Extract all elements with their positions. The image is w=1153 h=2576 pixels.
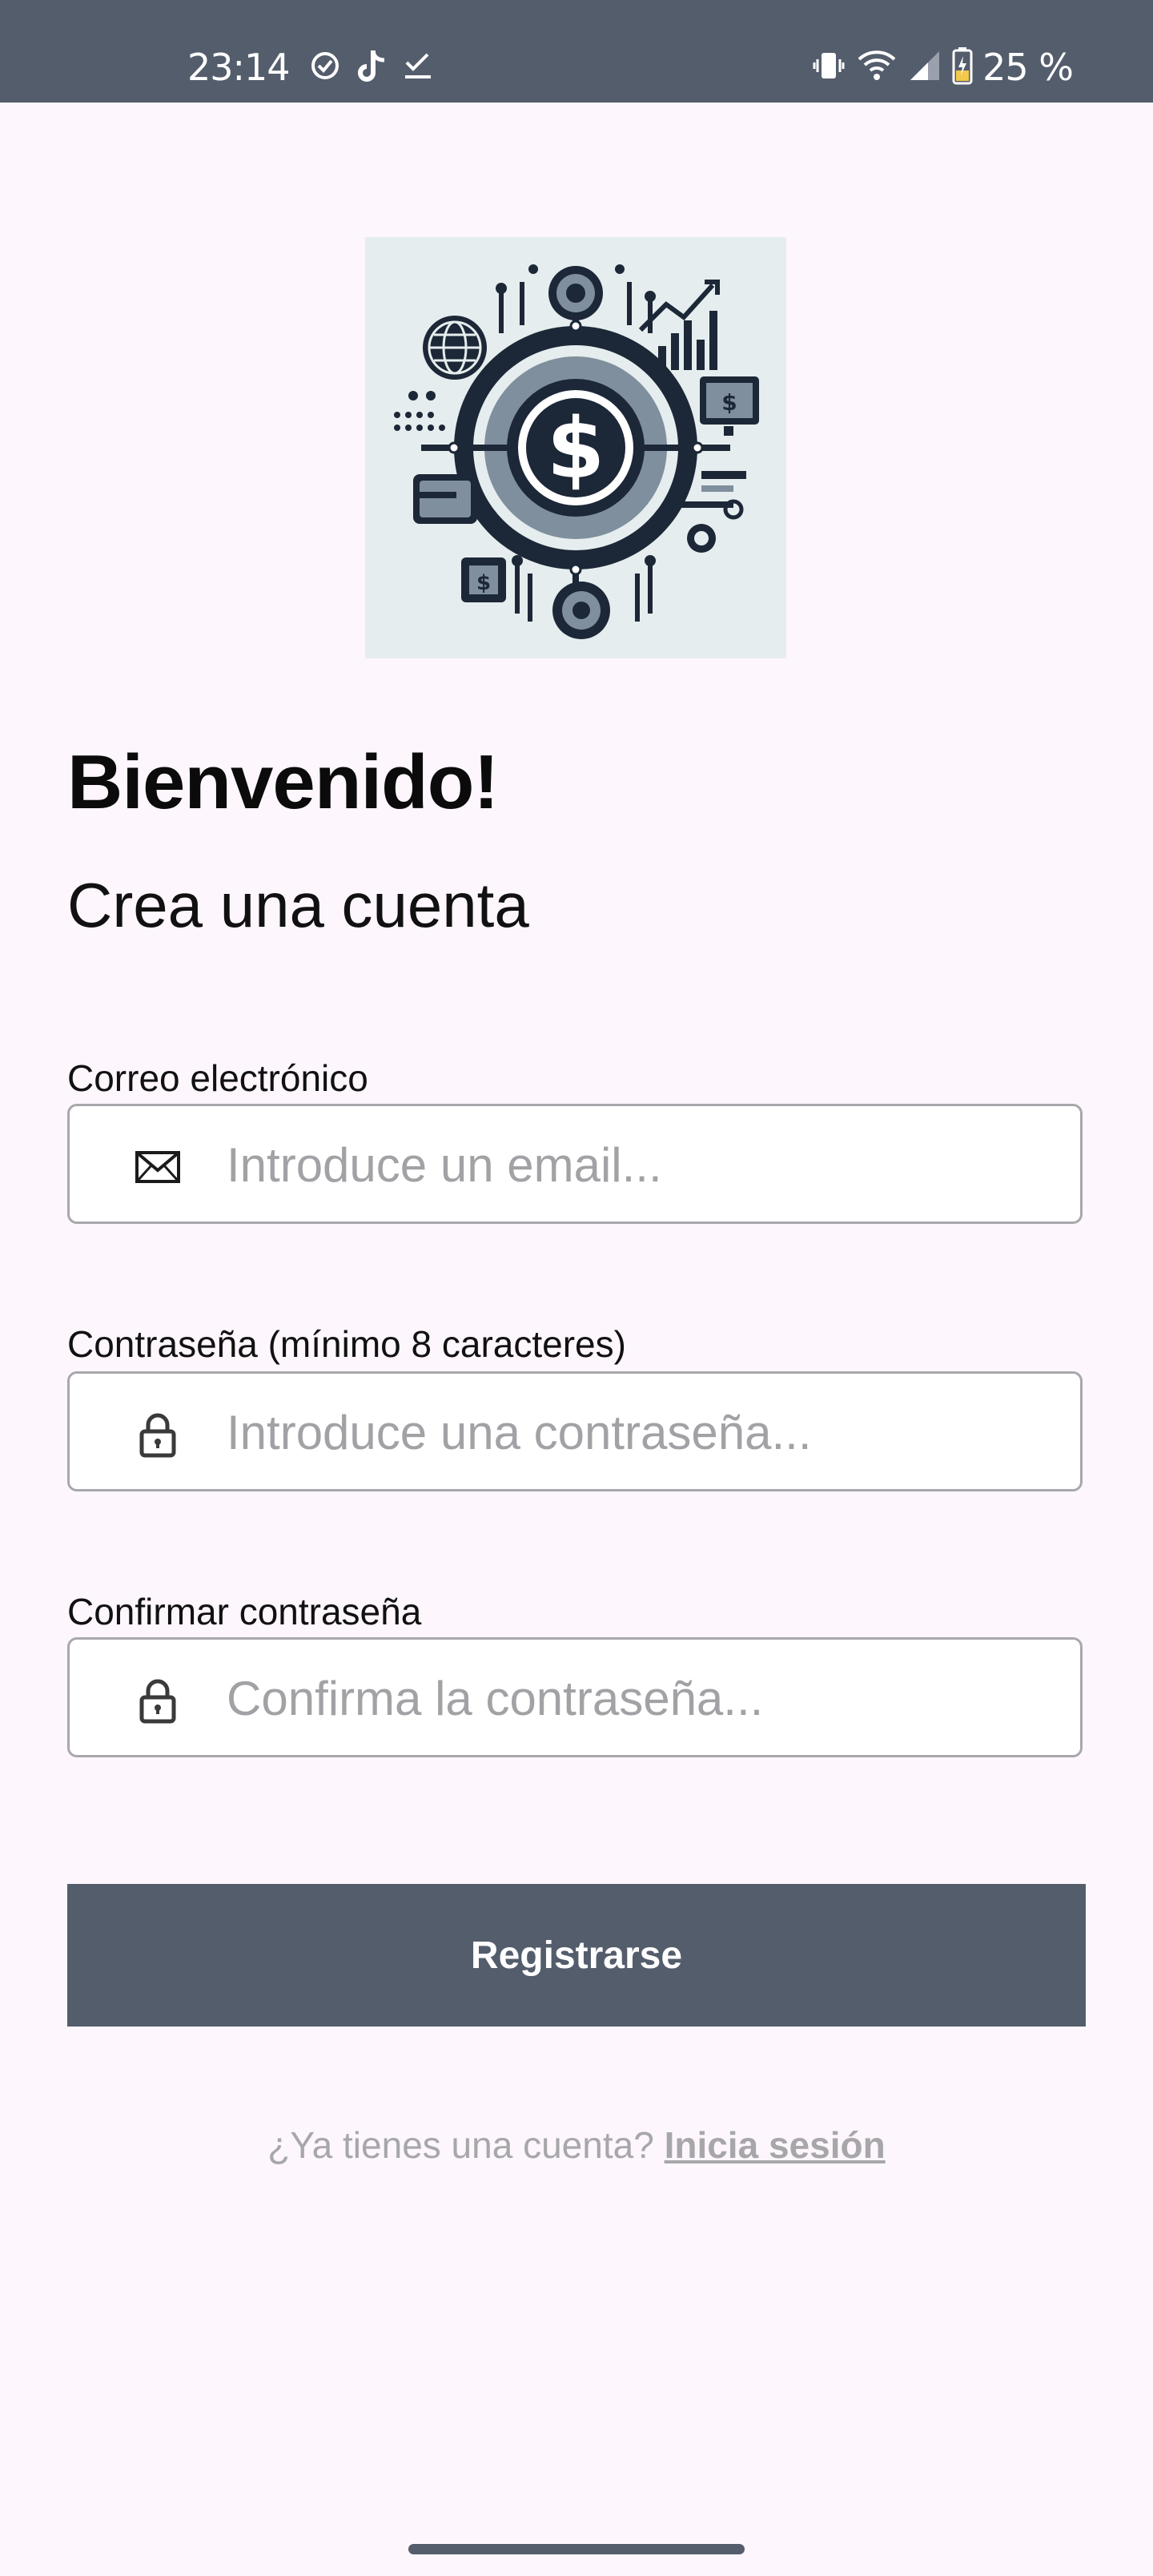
password-label: Contraseña (mínimo 8 caracteres) xyxy=(67,1323,626,1365)
lock-icon xyxy=(132,1409,183,1460)
password-placeholder: Introduce una contraseña... xyxy=(227,1406,812,1459)
app-logo: $ $ $ xyxy=(365,237,786,658)
vibrate-icon xyxy=(811,48,846,87)
cell-signal-icon xyxy=(907,48,942,87)
svg-text:$: $ xyxy=(476,571,491,595)
email-field[interactable]: Introduce un email... xyxy=(67,1104,1083,1224)
tasks-check-icon xyxy=(402,50,434,86)
battery-charging-icon xyxy=(952,46,973,89)
envelope-icon xyxy=(132,1141,183,1193)
status-time: 23:14 xyxy=(187,46,291,89)
svg-text:$: $ xyxy=(721,389,737,416)
confirm-password-placeholder: Confirma la contraseña... xyxy=(227,1672,764,1725)
create-account-subtitle: Crea una cuenta xyxy=(67,870,529,940)
register-button[interactable]: Registrarse xyxy=(67,1884,1086,2027)
status-notification-icons xyxy=(309,46,434,88)
welcome-title: Bienvenido! xyxy=(67,739,499,825)
login-prompt: ¿Ya tienes una cuenta? Inicia sesión xyxy=(0,2121,1153,2169)
login-link[interactable]: Inicia sesión xyxy=(665,2124,886,2166)
svg-text:$: $ xyxy=(547,400,605,497)
password-field[interactable]: Introduce una contraseña... xyxy=(67,1371,1083,1491)
status-bar: 23:14 25 % xyxy=(0,0,1153,103)
confirm-password-label: Confirmar contraseña xyxy=(67,1591,422,1632)
check-circle-icon xyxy=(309,50,341,86)
login-prompt-text: ¿Ya tienes una cuenta? xyxy=(267,2124,654,2166)
status-system-icons: 25 % xyxy=(811,43,1074,91)
email-label: Correo electrónico xyxy=(67,1057,368,1099)
wifi-icon xyxy=(856,48,898,87)
home-indicator[interactable] xyxy=(408,2544,745,2554)
battery-percentage: 25 % xyxy=(982,46,1074,89)
tiktok-icon xyxy=(356,47,388,88)
finance-dollar-tech-logo: $ $ $ xyxy=(394,264,759,639)
email-placeholder: Introduce un email... xyxy=(227,1138,662,1192)
confirm-password-field[interactable]: Confirma la contraseña... xyxy=(67,1637,1083,1757)
lock-icon xyxy=(132,1675,183,1726)
